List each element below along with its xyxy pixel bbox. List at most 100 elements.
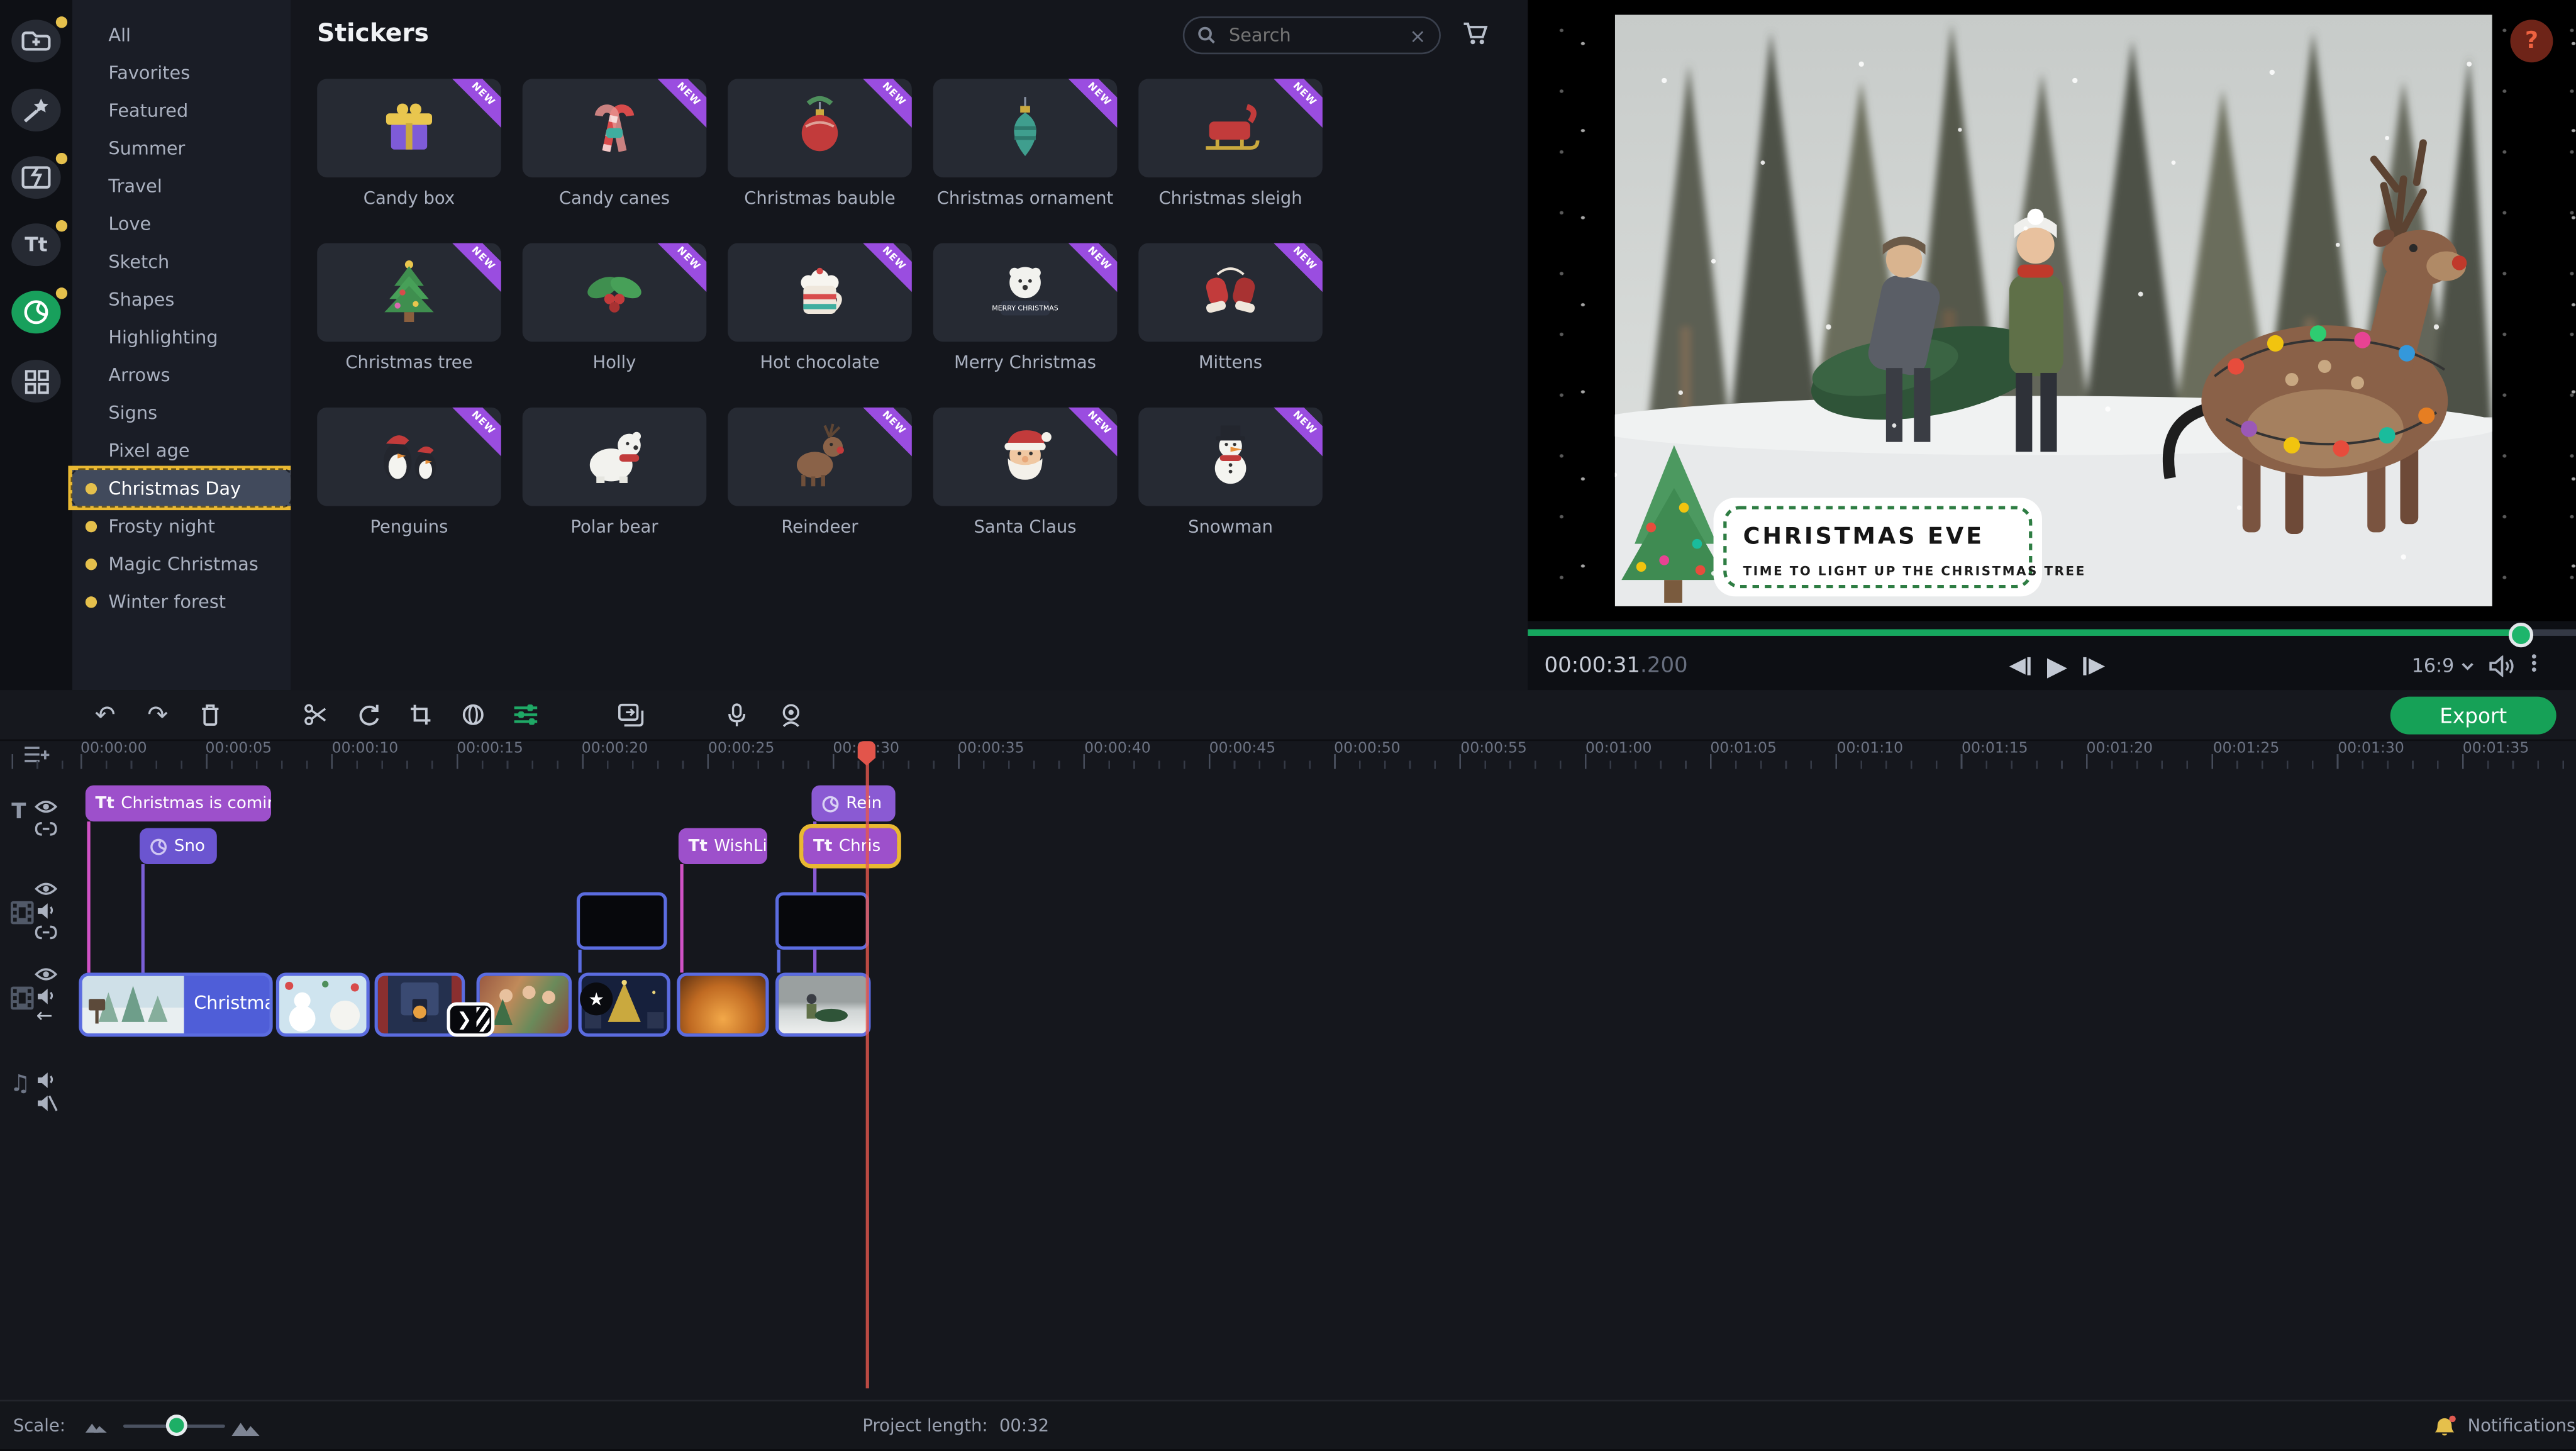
- category-frosty-night[interactable]: Frosty night: [72, 508, 291, 543]
- titles-button[interactable]: Tt: [11, 223, 60, 266]
- video-clip-2[interactable]: [276, 972, 370, 1037]
- sticker-penguins[interactable]: NEW Penguins: [317, 408, 501, 537]
- title-banner: CHRISTMAS EVE TIME TO LIGHT UP THE CHRIS…: [1714, 498, 2086, 597]
- sticker-hot-chocolate[interactable]: NEW Hot chocolate: [728, 243, 912, 373]
- split-button[interactable]: [303, 701, 329, 728]
- title-clip-christmas-is-coming[interactable]: Tt Christmas is comin: [86, 786, 271, 821]
- sticker-candy-box[interactable]: NEW Candy box: [317, 79, 501, 208]
- sticker-clip-snowman[interactable]: Sno: [140, 828, 217, 864]
- clear-search-icon[interactable]: ×: [1409, 24, 1426, 47]
- sticker-reindeer[interactable]: NEW Reindeer: [728, 408, 912, 537]
- sticker-christmas-tree[interactable]: NEW Christmas tree: [317, 243, 501, 373]
- category-pixel-age[interactable]: Pixel age: [72, 432, 291, 468]
- sticker-polar-bear[interactable]: Polar bear: [523, 408, 707, 537]
- sticker-candy-canes[interactable]: NEW Candy canes: [523, 79, 707, 208]
- overlay-track-visibility-toggle[interactable]: [35, 881, 58, 897]
- category-summer[interactable]: Summer: [72, 130, 291, 165]
- picture-in-picture-icon: [618, 703, 644, 727]
- timeline-zoom-slider[interactable]: [123, 1401, 225, 1450]
- category-highlighting[interactable]: Highlighting: [72, 319, 291, 355]
- zoom-slider-knob[interactable]: [166, 1415, 187, 1437]
- audio-track-mute-toggle[interactable]: [36, 1071, 55, 1089]
- video-track-back-arrow[interactable]: ←: [36, 1006, 52, 1025]
- playhead-line[interactable]: [866, 743, 869, 1389]
- category-magic-christmas[interactable]: Magic Christmas: [72, 545, 291, 581]
- delete-button[interactable]: [197, 701, 223, 728]
- video-track-mute-toggle[interactable]: [36, 987, 55, 1006]
- category-shapes[interactable]: Shapes: [72, 281, 291, 317]
- category-winter-forest[interactable]: Winter forest: [72, 583, 291, 619]
- overlay-button[interactable]: [618, 701, 644, 728]
- sticker-christmas-ornament[interactable]: NEW Christmas ornament: [933, 79, 1118, 208]
- category-love[interactable]: Love: [72, 206, 291, 242]
- timeline-ruler[interactable]: 00:00:00 00:00:05 00:00:10 00:00:15 00:0…: [0, 740, 2576, 769]
- previous-frame-button[interactable]: ◀: [2009, 654, 2033, 679]
- redo-button[interactable]: ↷: [145, 701, 171, 728]
- sticker-merry-christmas[interactable]: MERRY CHRISTMAS NEW Merry Christmas: [933, 243, 1118, 373]
- category-all[interactable]: All: [72, 16, 291, 52]
- play-button[interactable]: ▶: [2047, 650, 2067, 682]
- overlay-track-mute-toggle[interactable]: [36, 902, 55, 920]
- more-tools-button[interactable]: [11, 360, 60, 403]
- clip-connector: [87, 821, 89, 972]
- overlay-clip-1[interactable]: [577, 892, 667, 949]
- sticker-santa-claus[interactable]: NEW Santa Claus: [933, 408, 1118, 537]
- search-box[interactable]: ×: [1183, 16, 1441, 54]
- sticker-holly[interactable]: NEW Holly: [523, 243, 707, 373]
- aspect-ratio-dropdown[interactable]: 16:9: [2412, 654, 2474, 677]
- help-button[interactable]: ?: [2511, 19, 2553, 62]
- new-badge: NEW: [856, 408, 912, 461]
- notifications-button[interactable]: Notifications: [2433, 1401, 2576, 1450]
- title-clip-wishlist[interactable]: Tt WishLi: [679, 828, 767, 864]
- sticker-clip-reindeer[interactable]: Rein: [811, 786, 895, 821]
- new-badge: NEW: [856, 243, 912, 297]
- sticker-mittens[interactable]: NEW Mittens: [1138, 243, 1323, 373]
- magic-wand-icon: [23, 97, 50, 123]
- undo-button[interactable]: ↶: [92, 701, 118, 728]
- video-clip-6[interactable]: [677, 972, 769, 1037]
- export-button[interactable]: Export: [2390, 697, 2557, 735]
- category-featured[interactable]: Featured: [72, 92, 291, 128]
- overlay-clip-2[interactable]: [775, 892, 869, 949]
- volume-button[interactable]: [2489, 655, 2515, 676]
- sticker-christmas-bauble[interactable]: NEW Christmas bauble: [728, 79, 912, 208]
- category-signs[interactable]: Signs: [72, 394, 291, 430]
- polar-bear-art: [575, 418, 653, 496]
- search-icon: [1197, 26, 1216, 45]
- search-input[interactable]: [1226, 23, 1409, 48]
- transition-badge[interactable]: ❯: [447, 1002, 495, 1037]
- category-travel[interactable]: Travel: [72, 167, 291, 203]
- category-sketch[interactable]: Sketch: [72, 243, 291, 279]
- playback-progress-bar[interactable]: [1528, 629, 2576, 635]
- category-christmas-day[interactable]: Christmas Day: [72, 470, 291, 506]
- record-voiceover-button[interactable]: [723, 701, 749, 728]
- title-track-visibility-toggle[interactable]: [35, 799, 58, 815]
- audio-track-sync-toggle[interactable]: [36, 1094, 57, 1113]
- webcam-capture-button[interactable]: [777, 701, 804, 728]
- color-adjustments-button[interactable]: [460, 701, 486, 728]
- video-clip-1[interactable]: Christmas: [79, 972, 272, 1037]
- new-dot: [86, 520, 97, 531]
- store-cart-button[interactable]: [1462, 21, 1490, 46]
- sticker-snowman[interactable]: NEW Snowman: [1138, 408, 1323, 537]
- video-track-visibility-toggle[interactable]: [35, 966, 58, 982]
- sticker-christmas-sleigh[interactable]: NEW Christmas sleigh: [1138, 79, 1323, 208]
- next-frame-button[interactable]: ▶: [2082, 654, 2106, 679]
- rotate-button[interactable]: [355, 701, 381, 728]
- clip-properties-button[interactable]: [513, 701, 539, 728]
- stickers-button[interactable]: [11, 291, 60, 333]
- title-clip-christmas-selected[interactable]: Tt Chris: [803, 828, 897, 864]
- overlay-track-link-toggle[interactable]: [35, 925, 58, 940]
- title-track-link-toggle[interactable]: [35, 821, 58, 837]
- crop-button[interactable]: [408, 701, 434, 728]
- category-favorites[interactable]: Favorites: [72, 54, 291, 90]
- filters-button[interactable]: [11, 89, 60, 131]
- category-arrows[interactable]: Arrows: [72, 357, 291, 392]
- video-clip-7[interactable]: [775, 972, 871, 1037]
- transitions-button[interactable]: [11, 156, 60, 199]
- media-button[interactable]: [11, 19, 60, 62]
- zoom-out-button[interactable]: [86, 1401, 107, 1450]
- player-menu-button[interactable]: •••: [2529, 655, 2538, 675]
- panel-title: Stickers: [317, 18, 429, 48]
- zoom-in-button[interactable]: [231, 1401, 259, 1450]
